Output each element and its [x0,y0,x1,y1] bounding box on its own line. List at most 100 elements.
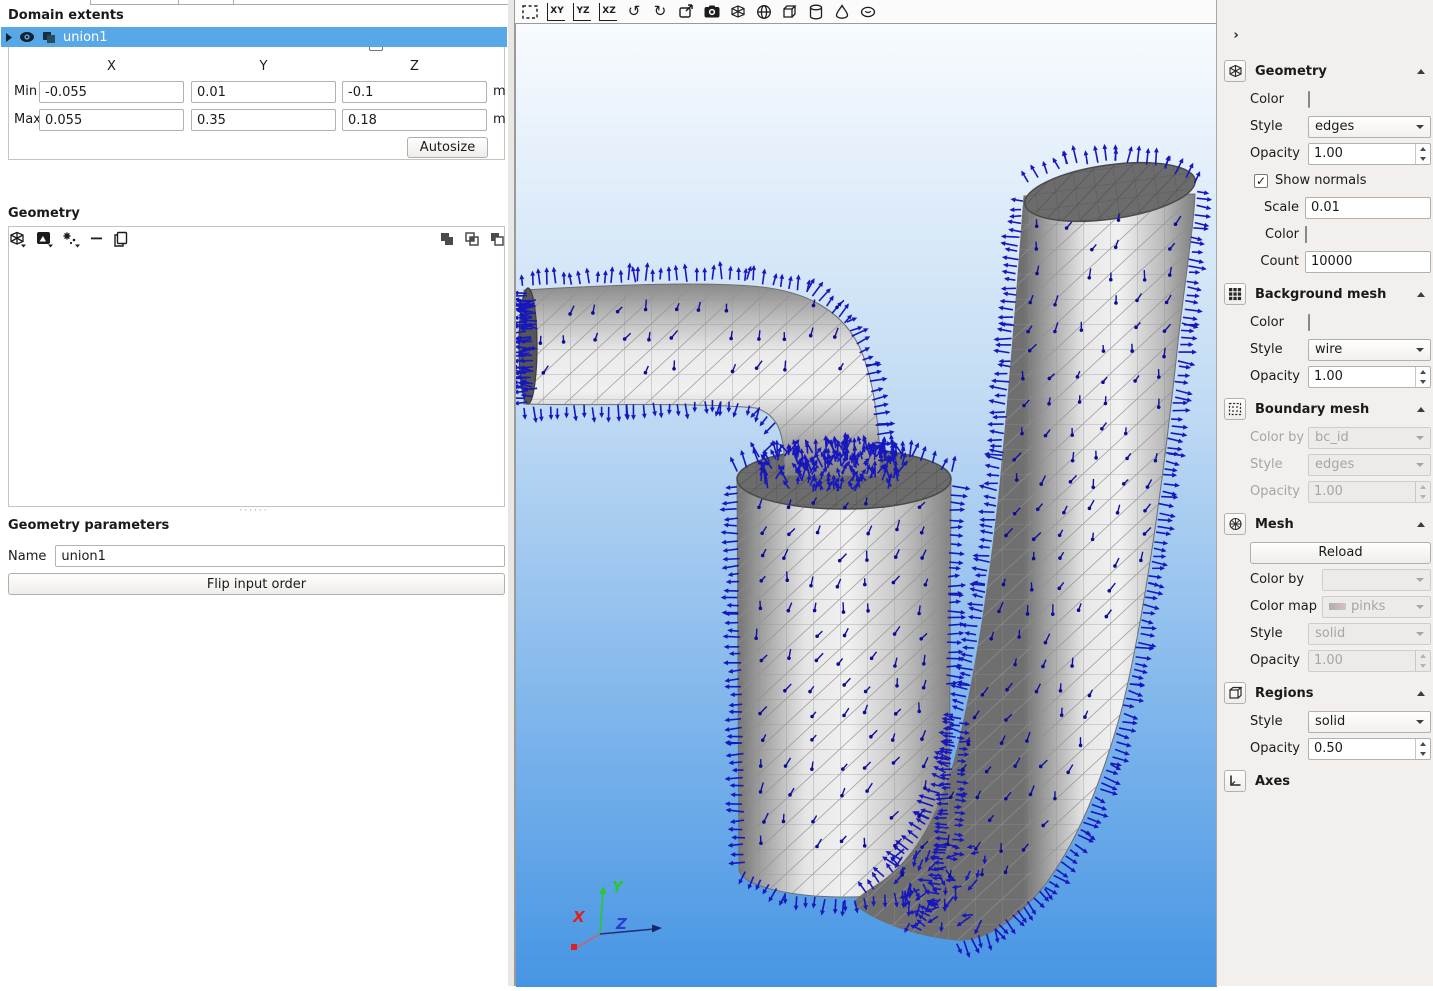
section-header-background-mesh[interactable]: Background mesh [1217,279,1433,309]
copy-icon[interactable] [113,231,129,248]
opacity-label: Opacity [1250,146,1308,161]
visibility-eye-icon[interactable] [19,31,35,43]
name-input[interactable]: union1 [55,545,505,567]
background-mesh-style-select[interactable]: wire [1308,339,1431,361]
background-mesh-opacity-spinbox[interactable]: 1.00 [1308,366,1431,388]
autosize-button[interactable]: Autosize [407,137,488,158]
show-geometry-icon[interactable] [729,3,747,21]
fit-view-icon[interactable] [521,3,539,21]
panel-splitter[interactable] [508,0,515,986]
geometry-parameters-title: Geometry parameters [8,518,169,533]
reload-mesh-button[interactable]: Reload [1250,542,1431,564]
max-z-input[interactable]: 0.18 [342,109,487,131]
min-z-input[interactable]: -0.1 [342,81,487,103]
opacity-label: Opacity [1250,653,1308,668]
column-header-z: Z [342,59,487,74]
min-x-input[interactable]: -0.055 [39,81,184,103]
view-xz-icon[interactable]: XZ [599,3,617,21]
collapse-section-icon[interactable] [1417,292,1425,297]
cone-primitive-icon[interactable] [833,3,851,21]
perspective-icon[interactable] [677,3,695,21]
geometry-opacity-spinbox[interactable]: 1.00 [1308,143,1431,165]
section-header-regions[interactable]: Regions [1217,678,1433,708]
mesh-section-icon[interactable] [1224,513,1246,535]
style-label: Style [1250,342,1308,357]
boolean-difference-icon[interactable] [489,231,505,247]
geometry-title: Geometry [8,206,80,221]
boundary-mesh-section-icon[interactable] [1224,398,1246,420]
color-label: Color [1250,315,1308,330]
tab-strip [0,0,508,8]
color-by-label: Color by [1250,572,1322,587]
viewport-toolbar: XY YZ XZ ↺ ↻ [515,0,1216,23]
sphere-primitive-icon[interactable] [755,3,773,21]
geometry-section-icon[interactable] [1224,60,1246,82]
viewport: XY YZ XZ ↺ ↻ XYZ [515,0,1216,986]
horizontal-splitter[interactable]: ······ [0,506,508,516]
background-mesh-section-icon[interactable] [1224,283,1246,305]
normals-color-swatch[interactable] [1305,226,1307,243]
import-geometry-icon[interactable] [36,231,54,248]
geometry-style-select[interactable]: edges [1308,116,1431,138]
normals-count-input[interactable]: 10000 [1305,251,1431,273]
max-label: Max [14,112,41,127]
rotate-cw-icon[interactable]: ↻ [651,3,669,21]
max-y-input[interactable]: 0.35 [191,109,336,131]
screenshot-camera-icon[interactable] [703,3,721,21]
regions-section-icon[interactable] [1224,682,1246,704]
box-primitive-icon[interactable] [781,3,799,21]
auto-generate-icon[interactable] [63,231,81,248]
collapse-panel-button[interactable]: › [1227,26,1245,44]
cylinder-primitive-icon[interactable] [807,3,825,21]
opacity-label: Opacity [1250,484,1308,499]
collapse-section-icon[interactable] [1417,691,1425,696]
opacity-label: Opacity [1250,741,1308,756]
color-map-label: Color map [1250,599,1322,614]
style-label: Style [1250,119,1308,134]
view-xy-icon[interactable]: XY [547,3,565,21]
collapse-section-icon[interactable] [1417,69,1425,74]
boolean-union-icon[interactable] [439,231,455,247]
min-y-input[interactable]: 0.01 [191,81,336,103]
axes-section-icon[interactable] [1224,770,1246,792]
section-header-geometry[interactable]: Geometry [1217,56,1433,86]
mesh-color-map-select: pinks [1322,596,1431,618]
boundary-mesh-color-by-select: bc_id [1308,427,1431,449]
opacity-label: Opacity [1250,369,1308,384]
column-header-x: X [39,59,184,74]
boundary-mesh-opacity-spinbox: 1.00 [1308,481,1431,503]
section-header-axes[interactable]: Axes [1217,766,1433,796]
max-x-input[interactable]: 0.055 [39,109,184,131]
normals-scale-input[interactable]: 0.01 [1305,197,1431,219]
regions-style-select[interactable]: solid [1308,711,1431,733]
boolean-intersect-icon[interactable] [464,231,480,247]
show-normals-checkbox-box[interactable]: ✓ [1254,174,1268,188]
section-header-mesh[interactable]: Mesh [1217,509,1433,539]
geometry-list-item-union1[interactable]: union1 [1,27,507,47]
remove-icon[interactable] [90,231,104,248]
axis-label-z: Z [615,915,628,933]
section-title: Geometry [1255,64,1327,79]
geometry-color-swatch[interactable] [1308,91,1310,108]
axis-label-x: X [572,908,586,926]
render-canvas[interactable]: XYZ [515,23,1216,986]
min-unit: m [493,84,506,99]
mesh-color-by-select [1322,569,1431,591]
left-panel: Domain extents 2 Dimensional X Y Z Min -… [0,0,508,986]
style-label: Style [1250,626,1308,641]
section-header-boundary-mesh[interactable]: Boundary mesh [1217,394,1433,424]
collapse-section-icon[interactable] [1417,522,1425,527]
expander-icon[interactable] [5,33,12,42]
add-primitive-icon[interactable] [9,231,27,248]
regions-opacity-spinbox[interactable]: 0.50 [1308,738,1431,760]
background-mesh-color-swatch[interactable] [1308,314,1310,331]
flip-input-order-button[interactable]: Flip input order [8,573,505,595]
view-yz-icon[interactable]: YZ [573,3,591,21]
min-label: Min [14,84,37,99]
section-title: Background mesh [1255,287,1386,302]
collapse-section-icon[interactable] [1417,407,1425,412]
torus-primitive-icon[interactable] [859,3,877,21]
geometry-list [8,226,505,507]
show-normals-checkbox[interactable]: ✓ Show normals [1217,167,1433,194]
rotate-ccw-icon[interactable]: ↺ [625,3,643,21]
